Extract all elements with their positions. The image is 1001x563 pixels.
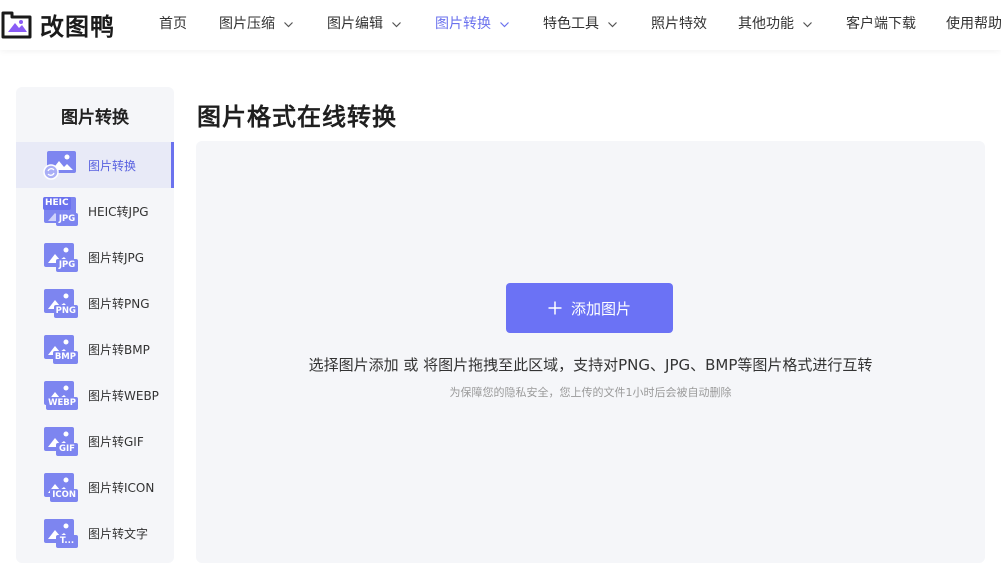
logo[interactable]: 改图鸭 [0,6,115,42]
gif-icon: GIF [42,425,78,457]
format-badge: T... [56,535,78,548]
chevron-down-icon [500,21,509,27]
sidebar-item-label: 图片转文字 [88,526,149,541]
nav-image-compress[interactable]: 图片压缩 [219,0,294,50]
sidebar-title: 图片转换 [61,108,129,128]
sidebar-item-label: 图片转JPG [88,250,145,265]
brand-name: 改图鸭 [40,12,115,41]
sidebar-item-to-webp[interactable]: WEBP 图片转WEBP [16,372,174,418]
sidebar-item-label: 图片转BMP [88,342,150,357]
nav-special-tools[interactable]: 特色工具 [543,0,618,50]
add-image-button[interactable]: 添加图片 [506,283,673,333]
png-icon: PNG [42,287,78,319]
nav-photo-effects[interactable]: 照片特效 [651,0,707,50]
sidebar-item-to-gif[interactable]: GIF 图片转GIF [16,418,174,464]
heic-badge: HEIC [43,197,71,210]
nav-help[interactable]: 使用帮助 [946,0,1001,50]
image-convert-icon [42,149,78,181]
sidebar-item-label: 图片转ICON [88,480,155,495]
sidebar-item-heic-to-jpg[interactable]: HEIC JPG HEIC转JPG [16,188,174,234]
nav-image-convert[interactable]: 图片转换 [435,0,510,50]
webp-icon: WEBP [42,379,78,411]
nav-help-label: 使用帮助 [946,16,1001,32]
page-title: 图片格式在线转换 [197,103,397,131]
heic-to-jpg-icon: HEIC JPG [42,195,78,227]
format-badge: WEBP [46,397,78,410]
chevron-down-icon [392,21,401,27]
chevron-down-icon [608,21,617,27]
sidebar-item-to-png[interactable]: PNG 图片转PNG [16,280,174,326]
format-badge: PNG [53,305,78,318]
add-image-label: 添加图片 [570,299,631,318]
logo-icon [1,11,32,39]
nav-other-features-label: 其他功能 [738,16,794,32]
sidebar-item-label: 图片转PNG [88,296,150,311]
sidebar-item-label: 图片转换 [88,158,137,173]
sidebar-item-to-icon[interactable]: ICON 图片转ICON [16,464,174,510]
jpg-icon: JPG [42,241,78,273]
nav-special-tools-label: 特色工具 [543,16,599,32]
nav-client-download[interactable]: 客户端下载 [846,0,916,50]
format-badge: BMP [52,351,78,364]
chevron-down-icon [284,21,293,27]
nav-home-label: 首页 [159,16,187,32]
top-header: 改图鸭 首页 图片压缩 图片编辑 图片转换 特色工具 照片特效 其他功能 客户端… [0,0,1001,50]
privacy-note: 为保障您的隐私安全，您上传的文件1小时后会被自动删除 [449,386,732,399]
nav-home[interactable]: 首页 [159,0,187,50]
sidebar-item-to-jpg[interactable]: JPG 图片转JPG [16,234,174,280]
sidebar-item-label: 图片转GIF [88,434,144,449]
sidebar-item-to-text[interactable]: T... 图片转文字 [16,510,174,556]
nav-photo-effects-label: 照片特效 [651,16,707,32]
sidebar-item-label: HEIC转JPG [88,204,149,219]
sidebar-item-to-bmp[interactable]: BMP 图片转BMP [16,326,174,372]
bmp-icon: BMP [42,333,78,365]
nav-image-convert-label: 图片转换 [435,16,491,32]
nav-image-compress-label: 图片压缩 [219,16,275,32]
upload-drop-zone[interactable]: 添加图片 选择图片添加 或 将图片拖拽至此区域，支持对PNG、JPG、BMP等图… [196,141,985,563]
format-badge: JPG [56,259,78,272]
format-badge: GIF [56,443,78,456]
plus-icon [548,301,562,315]
jpg-badge: JPG [56,213,78,226]
nav-image-edit-label: 图片编辑 [327,16,383,32]
sidebar: 图片转换 图片转换 HEIC JPG HEIC转JPG JPG 图片转JPG P… [16,87,174,563]
text-format-icon: T... [42,517,78,549]
chevron-down-icon [803,21,812,27]
nav-client-download-label: 客户端下载 [846,16,916,32]
upload-hint: 选择图片添加 或 将图片拖拽至此区域，支持对PNG、JPG、BMP等图片格式进行… [308,356,873,374]
sidebar-item-label: 图片转WEBP [88,388,159,403]
nav-image-edit[interactable]: 图片编辑 [327,0,402,50]
sidebar-item-image-convert[interactable]: 图片转换 [16,142,174,188]
format-badge: ICON [50,489,78,502]
nav-other-features[interactable]: 其他功能 [738,0,813,50]
icon-format-icon: ICON [42,471,78,503]
